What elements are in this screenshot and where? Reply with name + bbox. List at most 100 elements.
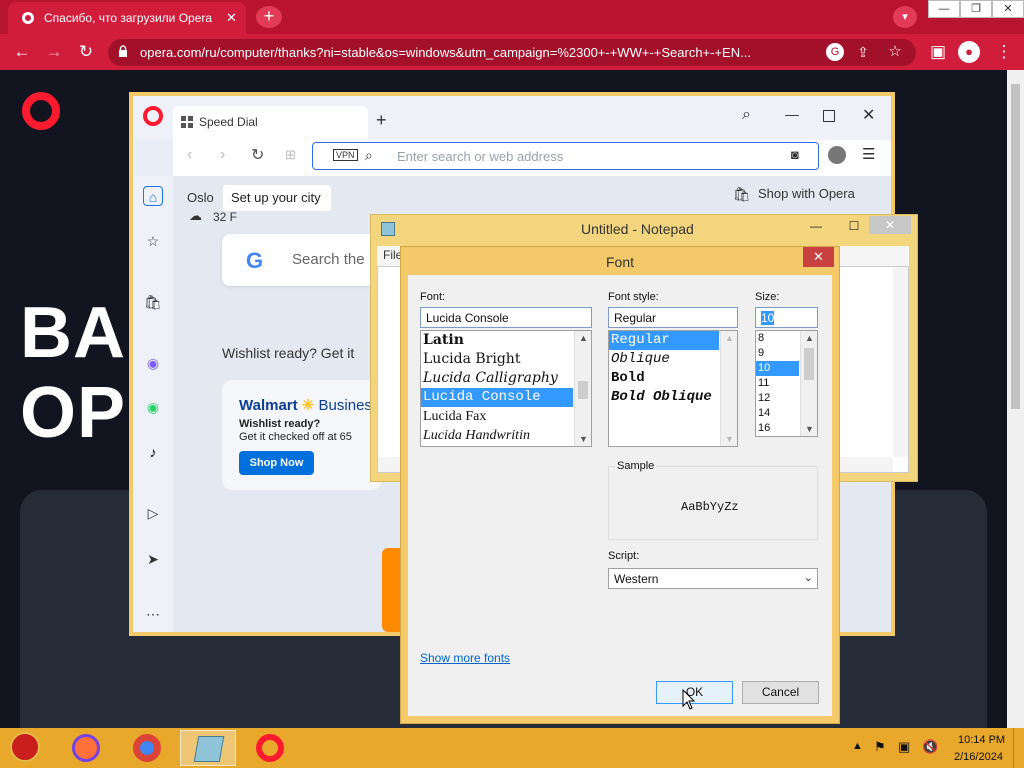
back-icon[interactable]: ← (12, 42, 32, 62)
taskbar-opera[interactable] (242, 730, 298, 766)
restore-button[interactable]: ❐ (960, 0, 992, 18)
chrome-menu-icon[interactable]: ⋮ (994, 42, 1014, 62)
opera-forward-icon[interactable]: › (220, 146, 225, 164)
google-lens-icon[interactable]: G (826, 43, 844, 61)
font-list-item[interactable]: Lucida Handwritin (421, 426, 591, 445)
opera-close-icon[interactable]: ✕ (862, 105, 875, 125)
shop-with-opera[interactable]: Shop with Opera (758, 186, 855, 201)
chrome-tab-active[interactable]: Спасибо, что загрузили Opera ✕ (8, 2, 246, 34)
show-desktop-button[interactable] (1013, 728, 1024, 768)
page-scrollbar[interactable] (1007, 70, 1024, 728)
minimize-button[interactable]: — (928, 0, 960, 18)
style-list-item-selected[interactable]: Regular (609, 331, 719, 350)
opera-profile-icon[interactable] (828, 146, 846, 164)
more-icon[interactable]: ⋯ (143, 604, 163, 624)
size-list-item-selected[interactable]: 10 (756, 361, 799, 376)
new-tab-button[interactable]: + (256, 6, 282, 28)
font-name-input[interactable]: Lucida Console (420, 307, 592, 328)
tab-close-icon[interactable]: ✕ (226, 10, 237, 26)
opera-menu-icon[interactable] (143, 106, 163, 126)
notepad-close-button[interactable]: ✕ (869, 216, 911, 234)
clock-time[interactable]: 10:14 PM (958, 734, 1005, 746)
size-list[interactable]: 8 9 10 11 12 14 16 ▲ ▼ (755, 330, 818, 437)
opera-easy-setup-icon[interactable]: ☰ (862, 145, 875, 163)
profile-avatar-icon[interactable]: ● (958, 41, 980, 63)
style-list-scrollbar[interactable]: ▲ ▼ (720, 331, 737, 446)
font-list-item[interactable]: Lucida Bright (421, 350, 591, 369)
show-more-fonts-link[interactable]: Show more fonts (420, 651, 510, 665)
lock-icon (119, 45, 127, 57)
size-list-scrollbar[interactable]: ▲ ▼ (800, 331, 817, 436)
opera-logo-icon[interactable] (22, 92, 60, 130)
script-select[interactable]: Western ⌄ (608, 568, 818, 589)
speed-dial-search[interactable]: G Search the (222, 234, 382, 286)
opera-favicon-icon (22, 12, 34, 24)
opera-reload-icon[interactable]: ↻ (251, 145, 264, 165)
weather-city[interactable]: Oslo (187, 190, 214, 205)
messenger-icon[interactable]: ◉ (143, 353, 163, 373)
font-list-item-selected[interactable]: Lucida Console (421, 388, 573, 407)
shop-bag-icon: 🛍 (733, 186, 751, 202)
close-window-button[interactable]: ✕ (992, 0, 1024, 18)
address-bar[interactable]: opera.com/ru/computer/thanks?ni=stable&o… (108, 39, 916, 66)
forward-icon[interactable]: → (44, 42, 64, 62)
notepad-icon (381, 222, 395, 236)
chevron-down-icon: ⌄ (803, 572, 813, 584)
share-icon[interactable]: ⇪ (854, 43, 872, 61)
taskbar-firefox[interactable] (58, 730, 114, 766)
bookmark-star-icon[interactable]: ☆ (886, 43, 904, 61)
google-logo-icon: G (246, 248, 264, 273)
cancel-button[interactable]: Cancel (742, 681, 819, 704)
font-list-item[interactable]: Lucida Fax (421, 407, 591, 426)
taskbar-chrome[interactable] (119, 730, 175, 766)
pinboard-icon[interactable]: ☆ (143, 231, 163, 251)
home-icon[interactable]: ⌂ (143, 186, 163, 206)
opera-minimize-icon[interactable]: — (785, 106, 799, 122)
shop-now-button[interactable]: Shop Now (239, 451, 314, 475)
vpn-badge[interactable]: VPN (333, 149, 358, 161)
font-list-item[interactable]: Latin (421, 331, 591, 350)
reload-icon[interactable]: ↻ (76, 42, 96, 62)
style-list-item[interactable]: Bold (609, 369, 737, 388)
font-list-scrollbar[interactable]: ▲ ▼ (574, 331, 591, 446)
whatsapp-icon[interactable]: ◉ (143, 397, 163, 417)
player-icon[interactable]: ▷ (143, 503, 163, 523)
opera-new-tab-icon[interactable]: + (376, 110, 387, 131)
font-dialog-close-button[interactable]: ✕ (803, 247, 834, 267)
send-icon[interactable]: ➤ (143, 549, 163, 569)
camera-icon[interactable]: ◙ (791, 147, 799, 162)
opera-address-bar[interactable]: VPN ⌕ Enter search or web address ◙ (312, 142, 819, 170)
network-icon[interactable]: ▣ (898, 739, 910, 755)
tray-overflow-icon[interactable]: ▲ (852, 740, 863, 752)
font-list[interactable]: Latin Lucida Bright Lucida Calligraphy L… (420, 330, 592, 447)
tab-search-button[interactable]: ▾ (893, 6, 917, 28)
style-list-item[interactable]: Oblique (609, 350, 737, 369)
tiktok-icon[interactable]: ♪ (143, 442, 163, 462)
notepad-maximize-button[interactable]: ☐ (841, 218, 867, 234)
volume-muted-icon[interactable]: 🔇 (922, 739, 938, 755)
taskbar-notepad[interactable] (180, 730, 236, 766)
hero-heading-line2: OP (20, 373, 127, 453)
notepad-minimize-button[interactable]: — (803, 218, 829, 234)
size-input[interactable]: 10 (755, 307, 818, 328)
walmart-line1: Wishlist ready? (239, 418, 321, 430)
clock-date[interactable]: 2/16/2024 (954, 751, 1003, 763)
font-style-list[interactable]: Regular Oblique Bold Bold Oblique ▲ ▼ (608, 330, 738, 447)
promo-tile[interactable] (382, 548, 400, 632)
opera-taskbar-icon (256, 734, 284, 762)
shopping-bag-icon[interactable]: 🛍 (143, 292, 163, 312)
opera-maximize-icon[interactable] (823, 110, 835, 122)
side-panel-icon[interactable]: ▣ (928, 42, 948, 62)
walmart-ad-card[interactable]: Walmart ✳ Busines Wishlist ready? Get it… (222, 380, 382, 490)
action-center-flag-icon[interactable]: ⚑ (874, 739, 886, 755)
opera-tab-speed-dial[interactable]: Speed Dial (173, 106, 368, 140)
font-style-input[interactable]: Regular (608, 307, 738, 328)
mouse-cursor-icon (682, 689, 696, 710)
font-list-item[interactable]: Lucida Calligraphy (421, 369, 591, 388)
style-list-item[interactable]: Bold Oblique (609, 388, 737, 407)
start-ornament-icon[interactable] (10, 732, 40, 762)
opera-tiles-icon[interactable]: ⊞ (285, 147, 296, 163)
opera-search-tabs-icon[interactable]: ⌕ (742, 106, 751, 124)
opera-back-icon[interactable]: ‹ (187, 146, 192, 164)
notepad-vertical-scrollbar[interactable] (893, 267, 908, 457)
